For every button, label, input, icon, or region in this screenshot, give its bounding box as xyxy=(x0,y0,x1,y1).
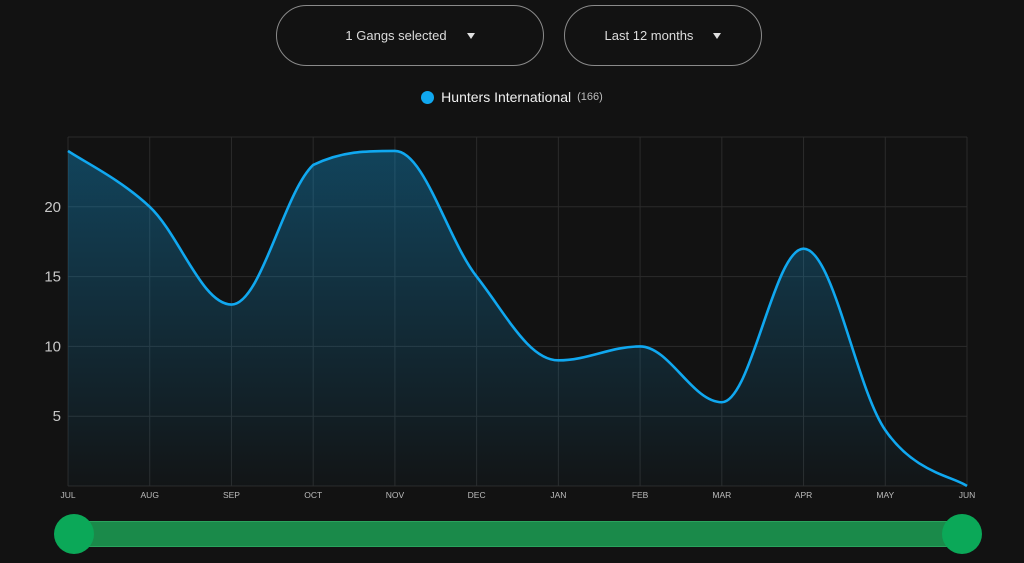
data-point-aug[interactable] xyxy=(147,204,153,210)
x-tick-label: JUL xyxy=(60,490,75,500)
x-tick-label: AUG xyxy=(141,490,159,500)
data-point-mar[interactable] xyxy=(719,399,725,405)
y-tick-label: 5 xyxy=(53,408,61,425)
y-tick-label: 20 xyxy=(44,199,61,216)
x-tick-label: MAR xyxy=(712,490,731,500)
x-tick-label: MAY xyxy=(876,490,894,500)
x-tick-label: APR xyxy=(795,490,812,500)
data-point-jul[interactable] xyxy=(65,148,71,154)
data-point-dec[interactable] xyxy=(474,274,480,280)
x-tick-label: FEB xyxy=(632,490,649,500)
x-tick-label: DEC xyxy=(468,490,486,500)
y-tick-label: 15 xyxy=(44,269,61,286)
data-point-may[interactable] xyxy=(882,427,888,433)
data-point-feb[interactable] xyxy=(637,343,643,349)
x-tick-label: NOV xyxy=(386,490,405,500)
range-slider-track[interactable] xyxy=(73,521,962,547)
data-point-apr[interactable] xyxy=(801,246,807,252)
x-tick-label: JUN xyxy=(959,490,976,500)
range-slider-start-handle[interactable] xyxy=(54,514,94,554)
x-tick-label: JAN xyxy=(550,490,566,500)
x-tick-label: SEP xyxy=(223,490,240,500)
range-slider-end-handle[interactable] xyxy=(942,514,982,554)
y-tick-label: 10 xyxy=(44,338,61,355)
data-point-sep[interactable] xyxy=(228,302,234,308)
data-point-oct[interactable] xyxy=(310,162,316,168)
area-chart: JUL AUG SEP OCT NOV DEC JAN FEB MAR APR MAY JUN 5 10 1… xyxy=(44,136,976,500)
data-point-jan[interactable] xyxy=(555,357,561,363)
data-point-nov[interactable] xyxy=(392,148,398,154)
series-area-fill xyxy=(68,150,967,486)
data-point-jun[interactable] xyxy=(964,483,970,489)
x-tick-label: OCT xyxy=(304,490,322,500)
